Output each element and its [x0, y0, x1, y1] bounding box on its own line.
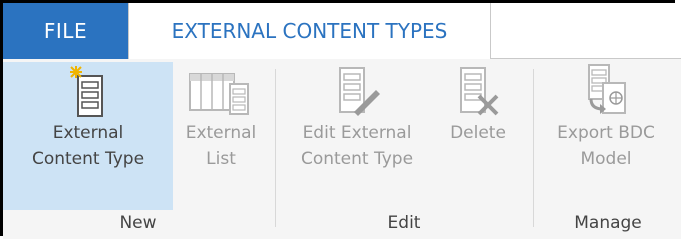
group-manage-label: Manage	[574, 213, 642, 233]
edit-external-content-type-label-2: Content Type	[300, 149, 414, 169]
delete-button[interactable]: Delete	[437, 62, 519, 210]
group-separator	[533, 69, 534, 227]
external-list-icon	[175, 62, 267, 120]
group-edit: Edit External Content Type Delete Edit	[277, 59, 531, 239]
export-bdc-model-label-2: Model	[580, 149, 632, 169]
edit-content-type-icon	[283, 62, 431, 120]
external-list-label-1: External	[185, 123, 257, 143]
edit-external-content-type-button[interactable]: Edit External Content Type	[283, 62, 431, 210]
ribbon: External Content Type External List New …	[3, 59, 681, 239]
tab-file[interactable]: FILE	[3, 3, 128, 59]
new-content-type-icon	[3, 62, 173, 120]
export-model-icon	[541, 62, 671, 120]
external-list-button[interactable]: External List	[175, 62, 267, 210]
tab-external-content-types[interactable]: EXTERNAL CONTENT TYPES	[128, 3, 491, 59]
external-content-type-label-2: Content Type	[31, 149, 145, 169]
group-separator	[275, 69, 276, 227]
edit-external-content-type-label-1: Edit External	[302, 123, 412, 143]
delete-label: Delete	[450, 123, 506, 143]
delete-icon	[437, 62, 519, 120]
external-content-type-button[interactable]: External Content Type	[3, 62, 173, 210]
external-list-label-2: List	[206, 149, 236, 169]
export-bdc-model-label-1: Export BDC	[557, 123, 655, 143]
ribbon-window: FILE EXTERNAL CONTENT TYPES External Con…	[0, 0, 681, 239]
group-new: External Content Type External List New	[3, 59, 273, 239]
group-manage: Export BDC Model Manage	[535, 59, 681, 239]
ribbon-tab-bar: FILE EXTERNAL CONTENT TYPES	[3, 3, 681, 59]
group-edit-label: Edit	[387, 213, 421, 233]
group-new-label: New	[119, 213, 157, 233]
external-content-type-label-1: External	[52, 123, 124, 143]
export-bdc-model-button[interactable]: Export BDC Model	[541, 62, 671, 210]
